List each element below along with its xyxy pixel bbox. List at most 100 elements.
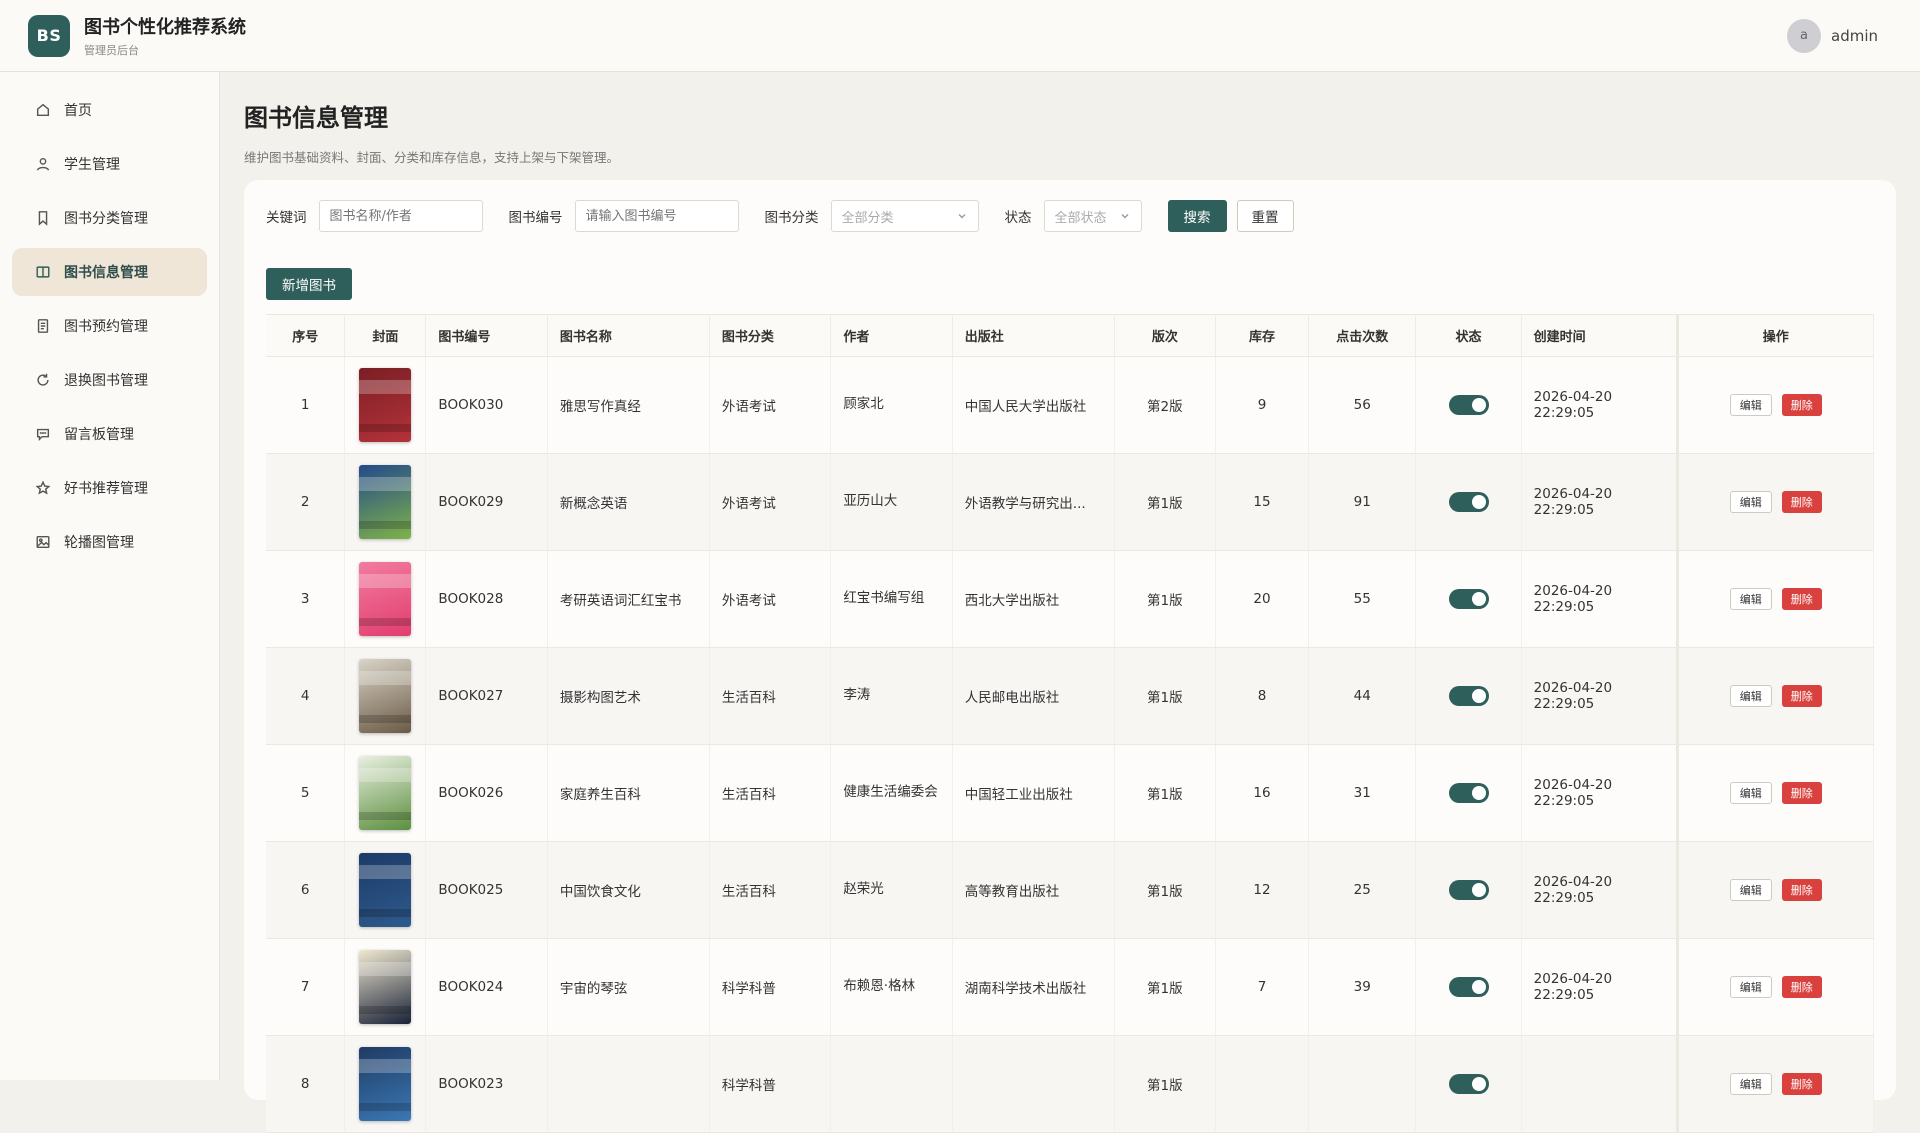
delete-button[interactable]: 删除 [1781, 491, 1822, 513]
sidebar-item-label: 图书预约管理 [64, 319, 148, 335]
book-code: BOOK024 [425, 938, 548, 1036]
table-row: 2 BOOK029 新概念英语 外语考试 亚历山大 外语教学与研究出... 第1版 15 91 2… [266, 453, 1875, 551]
column-header-3: 图书名称 [547, 314, 710, 357]
sidebar-item-label: 学生管理 [64, 157, 120, 173]
sidebar-item-6[interactable]: 留言板管理 [12, 410, 207, 458]
sidebar-item-2[interactable]: 图书分类管理 [12, 194, 207, 242]
row-index: 8 [266, 1035, 346, 1133]
edit-button[interactable]: 编辑 [1729, 491, 1772, 513]
book-clicks: 55 [1308, 550, 1417, 648]
book-author: 顾家北 [830, 356, 953, 454]
sidebar-item-3[interactable]: 图书信息管理 [12, 248, 207, 296]
edit-button[interactable]: 编辑 [1729, 394, 1772, 416]
status-toggle[interactable] [1448, 686, 1489, 706]
book-cover-image [359, 756, 412, 830]
book-category: 生活百科 [709, 647, 832, 745]
book-name: 家庭养生百科 [547, 744, 710, 842]
book-clicks: 44 [1308, 647, 1417, 745]
sidebar-item-label: 好书推荐管理 [64, 481, 148, 497]
created-time: 2026-04-20 22:29:05 [1521, 744, 1678, 842]
book-name [547, 1035, 710, 1133]
cover-cell [344, 453, 427, 551]
book-name: 宇宙的琴弦 [547, 938, 710, 1036]
table-row: 8 BOOK023 科学科普 第1版 编辑 删除 [266, 1035, 1875, 1133]
edit-button[interactable]: 编辑 [1729, 879, 1772, 901]
book-code: BOOK027 [425, 647, 548, 745]
delete-button[interactable]: 删除 [1781, 782, 1822, 804]
status-toggle[interactable] [1448, 783, 1489, 803]
sidebar-item-4[interactable]: 图书预约管理 [12, 302, 207, 350]
column-header-2: 图书编号 [425, 314, 548, 357]
delete-button[interactable]: 删除 [1781, 394, 1822, 416]
book-code: BOOK023 [425, 1035, 548, 1133]
app-title: 图书个性化推荐系统 [84, 17, 246, 38]
cover-cell [344, 356, 427, 454]
sidebar-item-1[interactable]: 学生管理 [12, 140, 207, 188]
add-book-button[interactable]: 新增图书 [266, 268, 352, 300]
keyword-input[interactable] [318, 200, 483, 232]
toggle-knob [1471, 592, 1486, 606]
book-name: 摄影构图艺术 [547, 647, 710, 745]
delete-button[interactable]: 删除 [1781, 685, 1822, 707]
book-publisher: 中国轻工业出版社 [952, 744, 1115, 842]
edit-button[interactable]: 编辑 [1729, 782, 1772, 804]
book-edition: 第1版 [1114, 1035, 1216, 1133]
status-toggle[interactable] [1448, 1074, 1489, 1094]
category-select-value: 全部分类 [841, 210, 894, 226]
status-toggle[interactable] [1448, 492, 1489, 512]
book-clicks: 31 [1308, 744, 1417, 842]
column-header-8: 库存 [1215, 314, 1310, 357]
toggle-knob [1471, 689, 1486, 703]
page-description: 维护图书基础资料、封面、分类和库存信息，支持上架与下架管理。 [244, 150, 620, 165]
column-header-0: 序号 [266, 314, 346, 357]
table-row: 6 BOOK025 中国饮食文化 生活百科 赵荣光 高等教育出版社 第1版 12 25 2026-… [266, 841, 1875, 939]
table-row: 3 BOOK028 考研英语词汇红宝书 外语考试 红宝书编写组 西北大学出版社 第1版 20 5… [266, 550, 1875, 648]
user-menu[interactable]: a admin [1787, 18, 1878, 53]
book-edition: 第1版 [1114, 550, 1216, 648]
message-icon [34, 425, 52, 443]
edit-button[interactable]: 编辑 [1729, 685, 1772, 707]
status-select[interactable]: 全部状态 [1043, 200, 1142, 232]
refresh-icon [34, 371, 52, 389]
edit-button[interactable]: 编辑 [1729, 976, 1772, 998]
book-publisher: 中国人民大学出版社 [952, 356, 1115, 454]
toggle-knob [1471, 1077, 1486, 1091]
status-cell [1415, 938, 1522, 1036]
sidebar-item-7[interactable]: 好书推荐管理 [12, 464, 207, 512]
reset-button[interactable]: 重置 [1236, 200, 1294, 232]
category-select[interactable]: 全部分类 [830, 200, 979, 232]
book-code: BOOK028 [425, 550, 548, 648]
created-time: 2026-04-20 22:29:05 [1521, 356, 1678, 454]
book-category: 生活百科 [709, 744, 832, 842]
toggle-knob [1471, 883, 1486, 897]
sidebar-item-8[interactable]: 轮播图管理 [12, 518, 207, 566]
search-button[interactable]: 搜索 [1167, 200, 1227, 232]
book-clicks: 56 [1308, 356, 1417, 454]
status-cell [1415, 1035, 1522, 1133]
row-index: 3 [266, 550, 346, 648]
edit-button[interactable]: 编辑 [1729, 1073, 1772, 1095]
edit-button[interactable]: 编辑 [1729, 588, 1772, 610]
delete-button[interactable]: 删除 [1781, 1073, 1822, 1095]
delete-button[interactable]: 删除 [1781, 976, 1822, 998]
avatar[interactable]: a [1787, 18, 1821, 53]
delete-button[interactable]: 删除 [1781, 879, 1822, 901]
status-cell [1415, 744, 1522, 842]
status-toggle[interactable] [1448, 977, 1489, 997]
book-code-input[interactable] [574, 200, 739, 232]
status-toggle[interactable] [1448, 880, 1489, 900]
book-edition: 第1版 [1114, 938, 1216, 1036]
delete-button[interactable]: 删除 [1781, 588, 1822, 610]
username[interactable]: admin [1831, 27, 1878, 45]
sidebar-item-5[interactable]: 退换图书管理 [12, 356, 207, 404]
status-toggle[interactable] [1448, 589, 1489, 609]
book-category: 科学科普 [709, 1035, 832, 1133]
app-subtitle: 管理员后台 [84, 44, 139, 57]
book-clicks [1308, 1035, 1417, 1133]
column-header-4: 图书分类 [709, 314, 832, 357]
status-toggle[interactable] [1448, 395, 1489, 415]
status-label: 状态 [1004, 210, 1032, 226]
cover-cell [344, 550, 427, 648]
book-code-label: 图书编号 [508, 210, 563, 226]
sidebar-item-0[interactable]: 首页 [12, 86, 207, 134]
